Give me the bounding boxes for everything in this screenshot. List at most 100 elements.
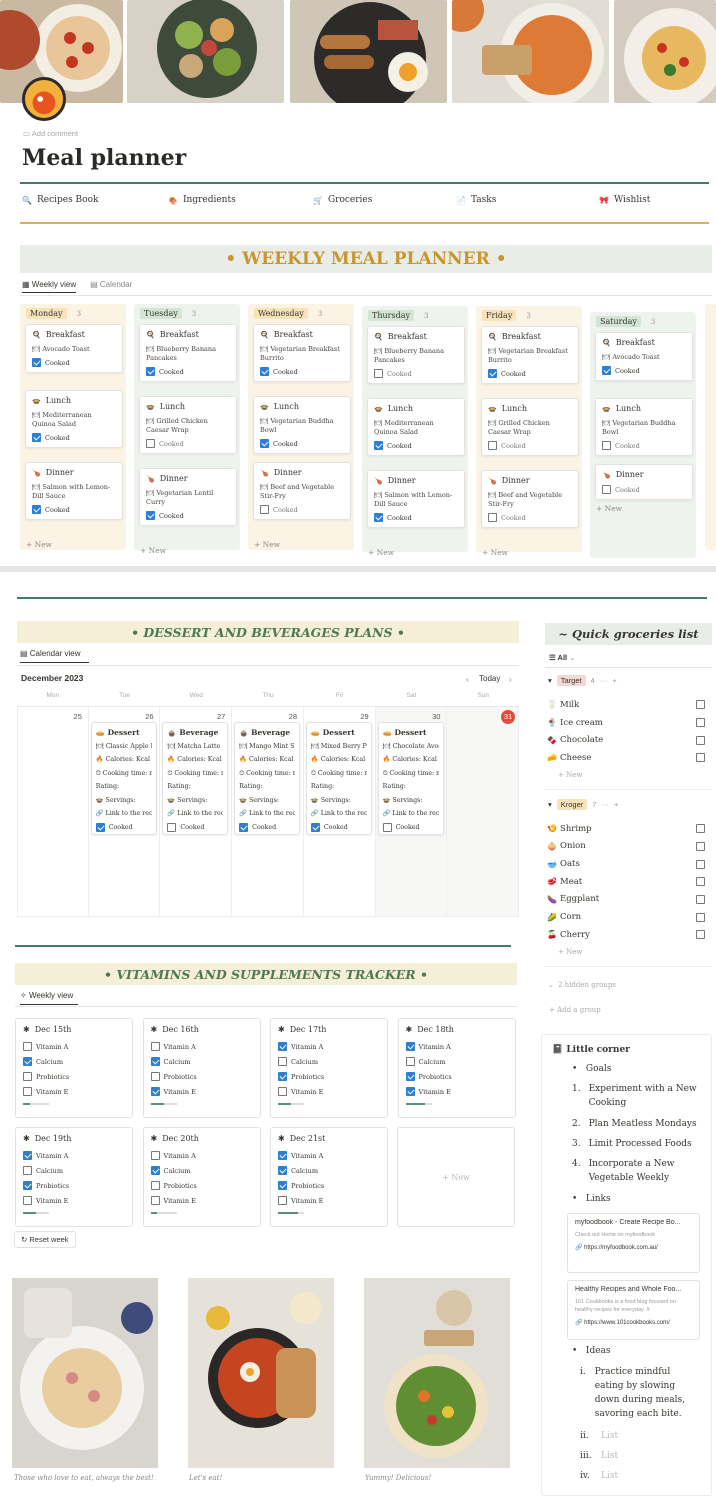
vitamin-checkbox[interactable]: Probiotics bbox=[278, 1178, 380, 1193]
ideas-toggle[interactable]: • Ideas bbox=[572, 1344, 611, 1358]
checkbox[interactable] bbox=[23, 1042, 32, 1051]
checkbox[interactable] bbox=[696, 700, 705, 710]
checkbox[interactable] bbox=[150, 1072, 160, 1081]
vitamin-checkbox[interactable]: Vitamin E bbox=[23, 1193, 125, 1208]
new-card-button[interactable]: + New bbox=[254, 540, 280, 549]
checkbox[interactable] bbox=[150, 1166, 160, 1175]
vitamin-checkbox[interactable]: Calcium bbox=[23, 1054, 125, 1069]
checkbox[interactable] bbox=[696, 930, 705, 940]
checkbox[interactable] bbox=[278, 1196, 287, 1205]
meal-card[interactable]: 🍲 Lunch 🍽 Mediterranean Quinoa Salad Cooked bbox=[25, 390, 123, 448]
checkbox[interactable] bbox=[32, 505, 41, 514]
vitamin-checkbox[interactable]: Calcium bbox=[150, 1054, 253, 1069]
grocery-item[interactable]: 🍒 Cherry bbox=[547, 926, 712, 944]
checkbox[interactable] bbox=[260, 505, 269, 514]
nav-link-wishlist[interactable]: 🎀 Wishlist bbox=[599, 195, 650, 205]
checkbox[interactable] bbox=[696, 912, 705, 922]
vitamin-checkbox[interactable]: Vitamin E bbox=[150, 1084, 253, 1099]
cooked-checkbox[interactable]: Cooked bbox=[374, 369, 458, 378]
checkbox[interactable] bbox=[374, 441, 383, 450]
vitamin-checkbox[interactable]: Probiotics bbox=[23, 1178, 125, 1193]
cooked-checkbox[interactable]: Cooked bbox=[488, 369, 572, 378]
checkbox[interactable] bbox=[150, 1042, 160, 1051]
cooked-checkbox[interactable]: Cooked bbox=[239, 821, 295, 835]
meal-card[interactable]: 🍲 Lunch 🍽 Grilled Chicken Caesar Wrap Cooke… bbox=[481, 398, 579, 456]
meal-card[interactable]: 🍗 Dinner 🍽 Salmon with Lemon-Dill Sauce Coo… bbox=[25, 462, 123, 520]
tab-weekly-view[interactable]: ▦ Weekly view bbox=[22, 280, 77, 293]
vitamin-day-card[interactable]: ✱ Dec 16th Vitamin A Calcium Probiotics Vitam… bbox=[142, 1018, 261, 1118]
grocery-item[interactable]: 🍤 Shrimp bbox=[547, 820, 712, 838]
collapse-icon[interactable]: ▾ bbox=[548, 676, 552, 685]
checkbox[interactable] bbox=[32, 433, 41, 442]
meal-card[interactable]: 🍗 Dinner 🍽 Salmon with Lemon-Dill Sauce Coo… bbox=[367, 470, 465, 528]
vitamin-day-card[interactable]: ✱ Dec 21st Vitamin A Calcium Probiotics Vitam… bbox=[270, 1127, 388, 1227]
checkbox[interactable] bbox=[382, 822, 392, 832]
checkbox[interactable] bbox=[23, 1181, 32, 1190]
checkbox[interactable] bbox=[278, 1151, 287, 1160]
cooked-checkbox[interactable]: Cooked bbox=[32, 505, 116, 514]
calendar-cell[interactable] bbox=[447, 707, 519, 917]
vitamin-day-card[interactable]: ✱ Dec 17th Vitamin A Calcium Probiotics Vitam… bbox=[270, 1018, 388, 1118]
checkbox[interactable] bbox=[146, 511, 155, 520]
vitamin-checkbox[interactable]: Calcium bbox=[278, 1054, 380, 1069]
cooked-checkbox[interactable]: Cooked bbox=[32, 358, 116, 367]
checkbox[interactable] bbox=[150, 1087, 160, 1096]
checkbox[interactable] bbox=[278, 1057, 287, 1066]
vitamin-checkbox[interactable]: Vitamin A bbox=[278, 1148, 380, 1163]
add-icon[interactable]: + bbox=[614, 800, 618, 809]
meal-card[interactable]: 🍗 Dinner 🍽 Beef and Vegetable Stir-Fry Cook… bbox=[253, 462, 351, 520]
grocery-item[interactable]: 🥛 Milk bbox=[547, 696, 712, 714]
cooked-checkbox[interactable]: Cooked bbox=[146, 511, 230, 520]
checkbox[interactable] bbox=[602, 485, 611, 494]
checkbox[interactable] bbox=[150, 1151, 160, 1160]
vitamin-checkbox[interactable]: Vitamin E bbox=[405, 1084, 508, 1099]
link-preview-card[interactable]: myfoodbook - Create Recipe Bo... Check ou… bbox=[567, 1213, 700, 1273]
meal-card[interactable]: 🍳 Breakfast 🍽 Vegetarian Breakfast Burrito… bbox=[481, 326, 579, 384]
checkbox[interactable] bbox=[488, 513, 497, 522]
vitamin-checkbox[interactable]: Calcium bbox=[23, 1163, 125, 1178]
cooked-checkbox[interactable]: Cooked bbox=[382, 821, 439, 835]
checkbox[interactable] bbox=[32, 358, 41, 367]
checkbox[interactable] bbox=[146, 439, 155, 448]
checkbox[interactable] bbox=[278, 1042, 287, 1051]
vitamin-checkbox[interactable]: Probiotics bbox=[278, 1069, 380, 1084]
more-icon[interactable]: ··· bbox=[601, 800, 609, 809]
checkbox[interactable] bbox=[23, 1087, 32, 1096]
vitamin-checkbox[interactable]: Calcium bbox=[405, 1054, 508, 1069]
grocery-item[interactable]: 🥩 Meat bbox=[547, 873, 712, 891]
link-preview-card[interactable]: Healthy Recipes and Whole Foo... 101 Cook… bbox=[567, 1280, 700, 1340]
cooked-checkbox[interactable]: Cooked bbox=[167, 821, 223, 835]
cooked-checkbox[interactable]: Cooked bbox=[260, 439, 344, 448]
cooked-checkbox[interactable]: Cooked bbox=[488, 513, 572, 522]
new-card-button[interactable]: + New bbox=[482, 548, 508, 557]
vitamin-day-card[interactable]: ✱ Dec 18th Vitamin A Calcium Probiotics Vitam… bbox=[397, 1018, 516, 1118]
checkbox[interactable] bbox=[696, 877, 705, 887]
nav-link-ingredients[interactable]: 🍖 Ingredients bbox=[168, 195, 236, 205]
cooked-checkbox[interactable]: Cooked bbox=[95, 821, 152, 835]
grocery-item[interactable]: 🍨 Ice cream bbox=[547, 714, 712, 732]
new-card-button[interactable]: + New bbox=[26, 540, 52, 549]
goals-toggle[interactable]: • Goals bbox=[572, 1062, 611, 1076]
meal-card[interactable]: 🍗 Dinner Cooked bbox=[595, 464, 693, 500]
checkbox[interactable] bbox=[602, 366, 611, 375]
new-card-button[interactable]: + New bbox=[368, 548, 394, 557]
collapse-icon[interactable]: ▾ bbox=[548, 800, 552, 809]
vitamin-checkbox[interactable]: Probiotics bbox=[405, 1069, 508, 1084]
checkbox[interactable] bbox=[23, 1166, 32, 1175]
tab-calendar-view[interactable]: ▤ Calendar view bbox=[20, 649, 89, 663]
grocery-item[interactable]: 🌽 Corn bbox=[547, 908, 712, 926]
meal-card[interactable]: 🍳 Breakfast 🍽 Vegetarian Breakfast Burrito… bbox=[253, 324, 351, 382]
cooked-checkbox[interactable]: Cooked bbox=[260, 367, 344, 376]
meal-card[interactable]: 🍗 Dinner 🍽 Beef and Vegetable Stir-Fry Cook… bbox=[481, 470, 579, 528]
dessert-card[interactable]: 🧉 Beverage 🍽 Matcha Latte 🔥 Calories: Kcal… bbox=[162, 722, 229, 835]
add-group-button[interactable]: + Add a group bbox=[549, 1006, 601, 1014]
cooked-checkbox[interactable]: Cooked bbox=[602, 441, 686, 450]
checkbox[interactable] bbox=[696, 718, 705, 728]
vitamin-checkbox[interactable]: Vitamin E bbox=[278, 1193, 380, 1208]
meal-card[interactable]: 🍲 Lunch 🍽 Grilled Chicken Caesar Wrap Cooke… bbox=[139, 396, 237, 454]
checkbox[interactable] bbox=[150, 1196, 160, 1205]
cooked-checkbox[interactable]: Cooked bbox=[146, 439, 230, 448]
new-card-button[interactable]: + New bbox=[596, 504, 622, 513]
vitamin-checkbox[interactable]: Vitamin E bbox=[150, 1193, 253, 1208]
checkbox[interactable] bbox=[150, 1181, 160, 1190]
